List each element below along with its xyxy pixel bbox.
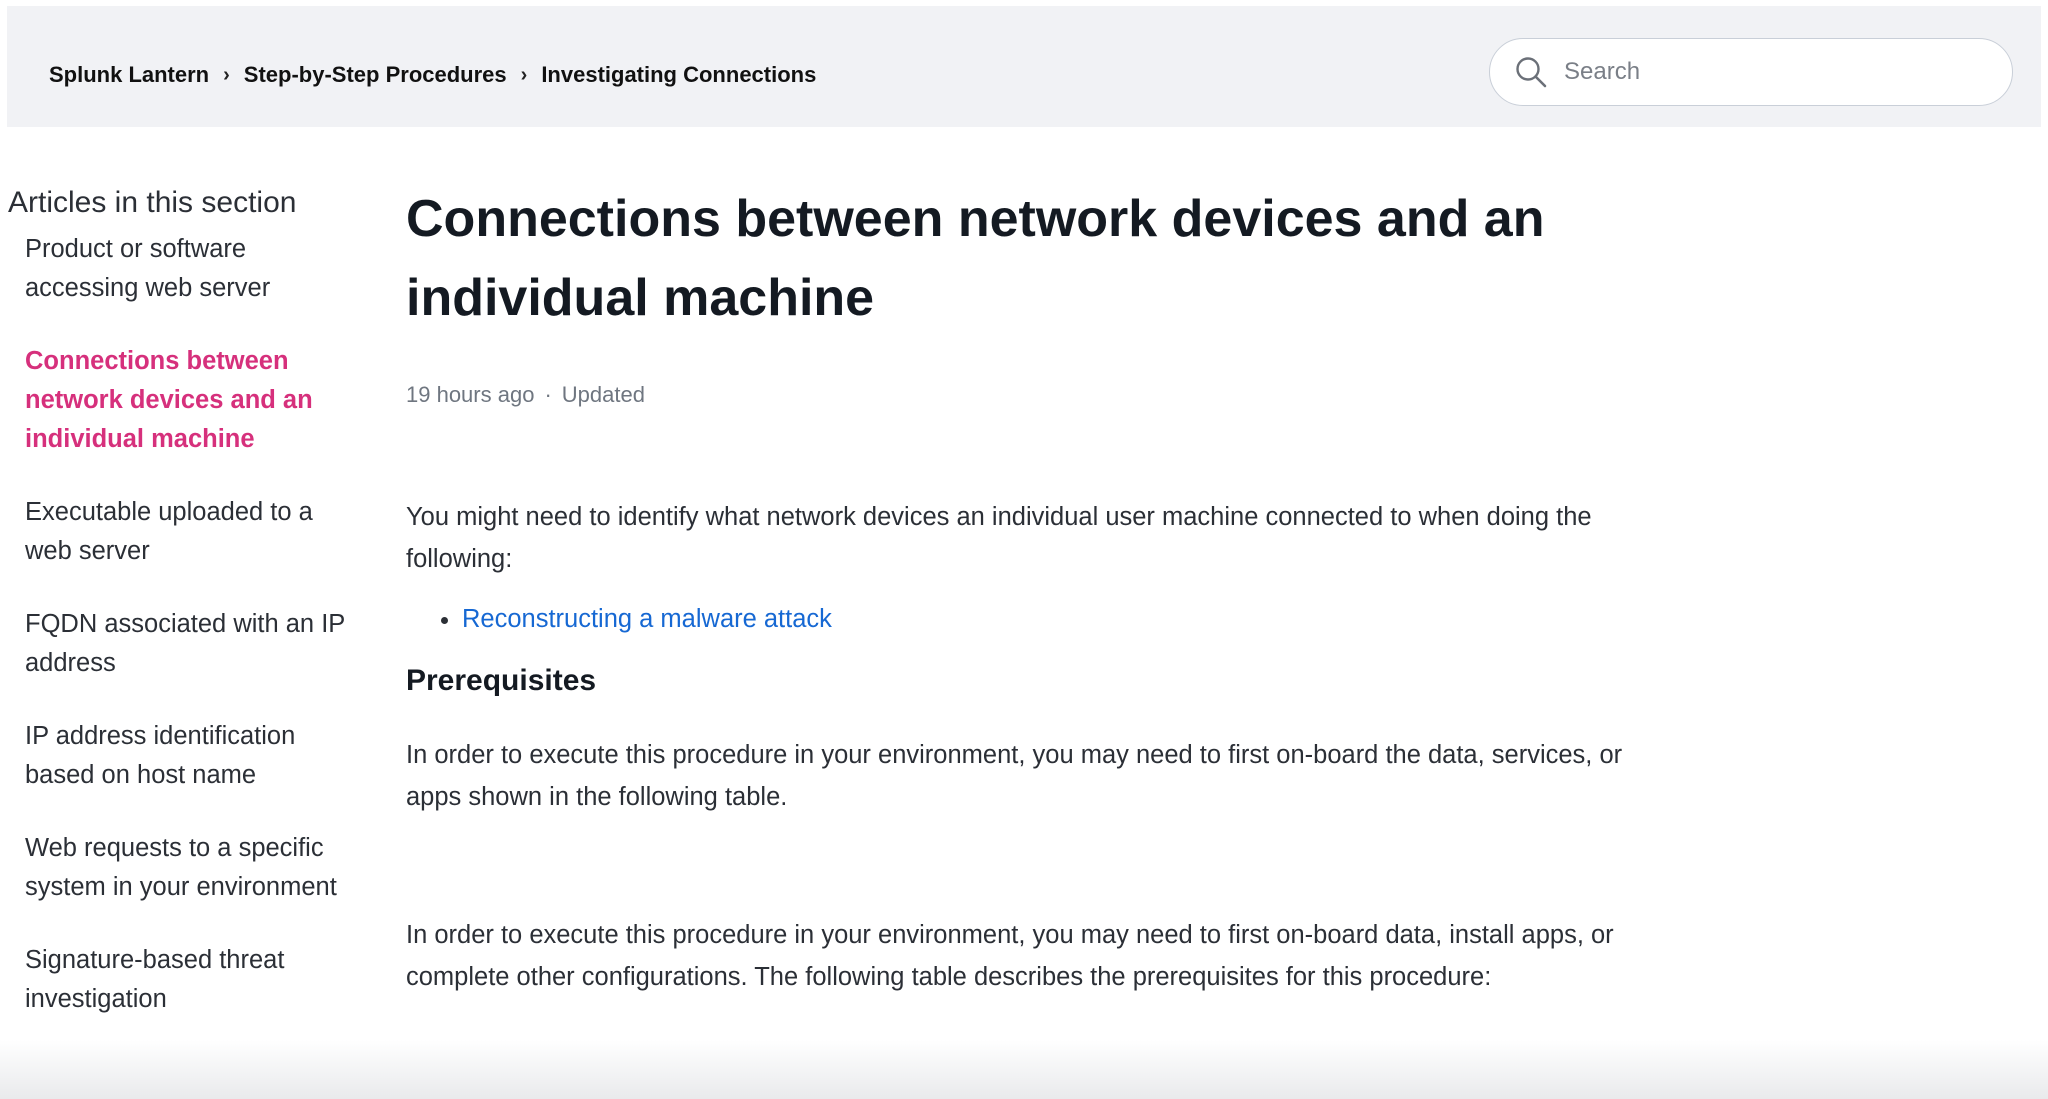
prerequisites-table-intro: In order to execute this procedure in yo…	[406, 921, 1614, 991]
sidebar-item-web-requests[interactable]: Web requests to a specific system in you…	[25, 829, 345, 907]
breadcrumb: Splunk Lantern › Step-by-Step Procedures…	[49, 62, 816, 88]
sidebar-article-list: Product or software accessing web server…	[8, 230, 348, 1019]
use-case-list: Reconstructing a malware attack	[406, 598, 1646, 640]
updated-label: Updated	[561, 382, 645, 407]
breadcrumb-investigating-connections[interactable]: Investigating Connections	[541, 62, 816, 88]
prerequisites-paragraph: In order to execute this procedure in yo…	[406, 741, 1623, 811]
breadcrumb-step-by-step-procedures[interactable]: Step-by-Step Procedures	[244, 62, 507, 88]
breadcrumb-separator: ›	[520, 63, 528, 86]
breadcrumb-separator: ›	[223, 63, 230, 86]
search-box[interactable]	[1489, 38, 2013, 106]
sidebar-item-ip-identification[interactable]: IP address identification based on host …	[25, 717, 345, 795]
sidebar-item-fqdn-ip[interactable]: FQDN associated with an IP address	[25, 605, 345, 683]
sidebar-item-product-or-software[interactable]: Product or software accessing web server	[25, 230, 345, 308]
meta-dot: ·	[544, 382, 552, 407]
search-input[interactable]	[1562, 57, 1966, 87]
sidebar-item-executable-uploaded[interactable]: Executable uploaded to a web server	[25, 493, 345, 571]
sidebar-item-connections-network-devices[interactable]: Connections between network devices and …	[25, 342, 345, 459]
reconstructing-malware-attack-link[interactable]: Reconstructing a malware attack	[462, 605, 832, 633]
list-item: Reconstructing a malware attack	[462, 598, 1646, 640]
breadcrumb-splunk-lantern[interactable]: Splunk Lantern	[49, 62, 209, 88]
sidebar-title: Articles in this section	[8, 186, 297, 219]
sidebar: Articles in this section Product or soft…	[8, 186, 348, 1053]
top-bar: Splunk Lantern › Step-by-Step Procedures…	[7, 6, 2041, 127]
article-content: Connections between network devices and …	[406, 180, 1646, 998]
prerequisites-heading: Prerequisites	[406, 664, 597, 697]
sidebar-item-signature-threat[interactable]: Signature-based threat investigation	[25, 941, 345, 1019]
updated-time: 19 hours ago	[406, 382, 535, 407]
search-icon	[1516, 57, 1547, 88]
page-title: Connections between network devices and …	[406, 190, 1545, 327]
article-meta: 19 hours ago · Updated	[406, 382, 1646, 408]
intro-paragraph: You might need to identify what network …	[406, 503, 1592, 573]
